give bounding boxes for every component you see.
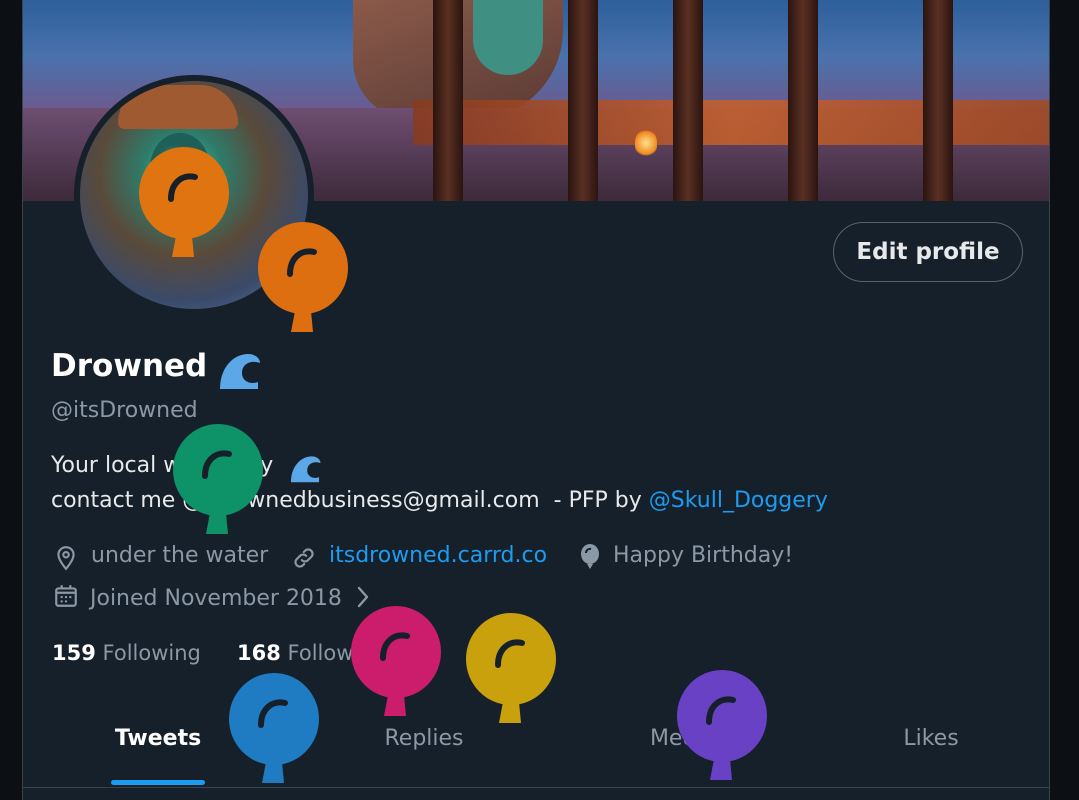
tab-media[interactable]: Media bbox=[555, 726, 811, 786]
edit-profile-button[interactable]: Edit profile bbox=[833, 222, 1023, 282]
tab-tweets[interactable]: Tweets bbox=[23, 726, 293, 786]
location-item: under the water bbox=[53, 543, 269, 571]
tab-replies[interactable]: Replies bbox=[293, 726, 555, 786]
website-item[interactable]: itsdrowned.carrd.co bbox=[291, 543, 547, 568]
location-pin-icon bbox=[57, 546, 75, 571]
display-name: Drowned bbox=[51, 348, 208, 384]
followers-stat[interactable]: 168 Followers bbox=[237, 641, 386, 665]
mention-link[interactable]: @Skull_Doggery bbox=[649, 488, 828, 513]
followers-count: 168 bbox=[237, 641, 281, 665]
tab-likes[interactable]: Likes bbox=[811, 726, 1049, 786]
wave-icon bbox=[220, 354, 260, 389]
website-link[interactable]: itsdrowned.carrd.co bbox=[329, 543, 547, 568]
birthday-item: Happy Birthday! bbox=[578, 543, 794, 569]
wave-icon bbox=[290, 456, 321, 483]
joined-item[interactable]: Joined November 2018 bbox=[53, 581, 371, 611]
birthday-text: Happy Birthday! bbox=[613, 543, 794, 568]
calendar-icon bbox=[55, 585, 77, 607]
followers-label: Followers bbox=[287, 641, 386, 665]
joined-text: Joined November 2018 bbox=[90, 586, 342, 611]
chevron-right-icon bbox=[357, 586, 369, 608]
following-count: 159 bbox=[52, 641, 96, 665]
following-stat[interactable]: 159 Following bbox=[52, 641, 201, 665]
location-text: under the water bbox=[91, 543, 269, 568]
active-tab-indicator bbox=[111, 780, 205, 785]
tabs-divider bbox=[23, 787, 1049, 788]
bio-line-1: Your local water boy bbox=[51, 453, 274, 478]
bio-line-2: contact me @ drownedbusiness@gmail.com -… bbox=[51, 488, 828, 513]
profile-avatar[interactable] bbox=[74, 75, 314, 315]
following-label: Following bbox=[102, 641, 201, 665]
profile-column: Edit profile Drowned @itsDrowned Your lo… bbox=[22, 0, 1050, 800]
link-icon bbox=[294, 548, 314, 568]
bio-contact-text: contact me @ drownedbusiness@gmail.com -… bbox=[51, 488, 649, 513]
user-handle: @itsDrowned bbox=[51, 398, 198, 423]
balloon-icon bbox=[581, 544, 599, 569]
